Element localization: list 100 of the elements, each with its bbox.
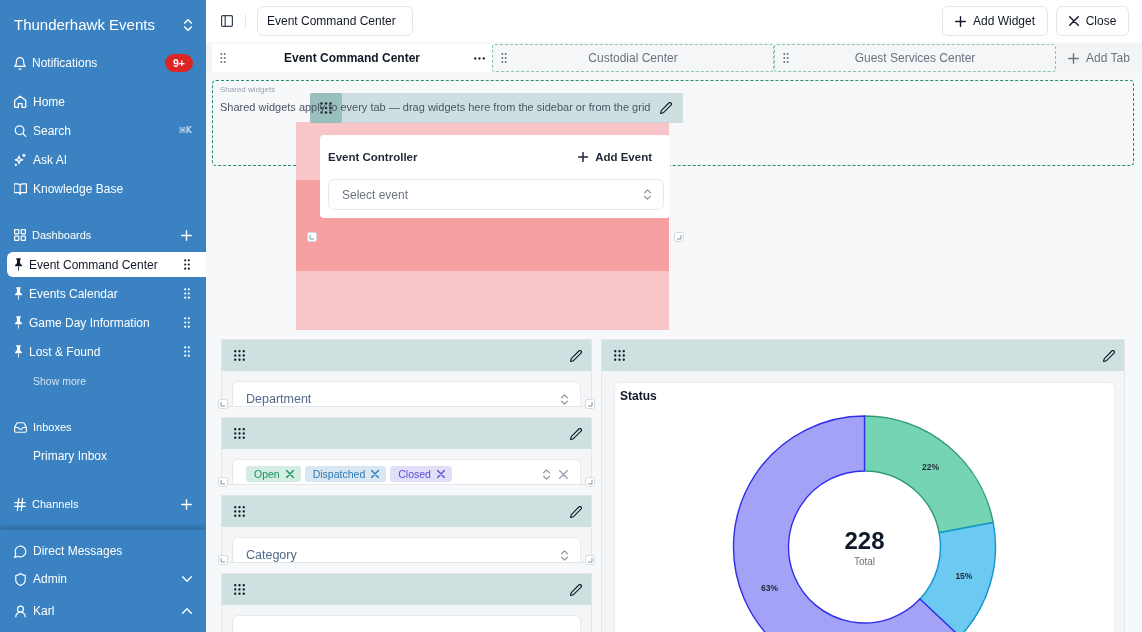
drag-handle-icon[interactable]: [234, 350, 245, 361]
nav-item[interactable]: Search ⌘K: [7, 116, 206, 145]
bell-icon: [14, 56, 26, 70]
tab[interactable]: Event Command Center: [212, 44, 492, 72]
pencil-icon[interactable]: [570, 427, 582, 440]
resize-handle-icon[interactable]: [585, 477, 595, 487]
drag-handle-icon[interactable]: [234, 506, 245, 517]
zone-label: Shared widgets: [220, 85, 276, 94]
nav-item[interactable]: Ask AI: [7, 145, 206, 174]
drag-handle-icon[interactable]: [184, 259, 190, 270]
inbox-icon: [14, 421, 27, 433]
chevron-down-icon[interactable]: [182, 576, 192, 582]
drag-handle-icon[interactable]: [184, 288, 190, 299]
total-label: Total: [853, 556, 876, 567]
drag-handle-icon[interactable]: [234, 428, 245, 439]
remove-icon[interactable]: [371, 470, 380, 478]
chevrons-icon: [543, 468, 550, 480]
resize-handle-icon[interactable]: [218, 555, 228, 565]
percent-label: 63%: [761, 583, 778, 594]
resize-handle-icon[interactable]: [218, 399, 228, 409]
clear-icon[interactable]: [559, 469, 568, 479]
remove-icon[interactable]: [285, 470, 294, 478]
drag-handle-icon[interactable]: [184, 317, 190, 328]
sparkle-icon: [14, 153, 27, 166]
nav-item[interactable]: Direct Messages: [7, 537, 206, 565]
chip-label: Closed: [398, 468, 431, 480]
section-label: Dashboards: [32, 229, 93, 241]
close-icon: [1068, 16, 1079, 26]
home-icon: [14, 95, 27, 108]
tab[interactable]: Custodial Center: [492, 44, 774, 72]
plus-icon: [954, 15, 966, 27]
filter-chip[interactable]: Closed: [390, 466, 452, 482]
chart-title: Status: [619, 388, 657, 403]
total-value: 228: [844, 527, 885, 554]
dashboard-item[interactable]: Lost & Found: [7, 339, 206, 364]
add-widget-button[interactable]: Add Widget: [942, 6, 1048, 36]
inbox-item[interactable]: Primary Inbox: [7, 443, 206, 468]
plus-icon[interactable]: [181, 498, 192, 510]
pin-icon: [14, 258, 23, 271]
book-icon: [14, 182, 27, 195]
tab[interactable]: Guest Services Center: [774, 44, 1056, 72]
pencil-icon[interactable]: [1103, 349, 1115, 362]
drag-handle-icon[interactable]: [184, 346, 190, 357]
chevrons-icon: [184, 18, 192, 31]
show-more-link[interactable]: Show more: [33, 368, 206, 393]
search-icon: [14, 124, 27, 137]
name-input[interactable]: Event Command Center: [257, 6, 413, 36]
resize-handle-icon[interactable]: [585, 555, 595, 565]
more-icon[interactable]: [473, 56, 485, 60]
chevron-up-icon[interactable]: [182, 608, 192, 614]
filter-chip[interactable]: Open: [246, 466, 301, 482]
select-field[interactable]: Department: [232, 381, 581, 406]
select-field[interactable]: Select event: [328, 179, 664, 210]
section-label: Channels: [32, 498, 80, 510]
multi-select-field[interactable]: Open Dispatched Closed: [232, 459, 581, 484]
nav-item[interactable]: Karl: [7, 597, 206, 625]
resize-handle-icon[interactable]: [307, 232, 317, 242]
nav-item[interactable]: Home: [7, 87, 206, 116]
chip-label: Dispatched: [312, 468, 366, 480]
drag-handle-icon[interactable]: [501, 53, 507, 63]
dashboard-item[interactable]: Events Calendar: [7, 281, 206, 306]
workspace-switcher[interactable]: Thunderhawk Events: [0, 0, 206, 49]
nav-item[interactable]: Admin: [7, 565, 206, 593]
notification-badge: 9+: [165, 54, 193, 72]
resize-handle-icon[interactable]: [218, 477, 228, 487]
plus-icon[interactable]: [181, 229, 192, 241]
widget-title: Event Controller: [328, 151, 418, 163]
drag-handle-icon[interactable]: [614, 350, 625, 361]
chevrons-icon: [561, 393, 568, 405]
pencil-icon[interactable]: [570, 505, 582, 518]
hash-icon: [14, 497, 26, 511]
drag-handle-icon[interactable]: [783, 53, 789, 63]
pin-icon: [14, 316, 23, 329]
close-button[interactable]: Close: [1056, 6, 1129, 36]
pin-icon: [14, 345, 23, 358]
dashboard-item[interactable]: Game Day Information: [7, 310, 206, 335]
grid-icon: [14, 229, 26, 241]
pin-icon: [14, 287, 23, 300]
select-field[interactable]: Category: [232, 537, 581, 562]
drag-handle-icon[interactable]: [234, 584, 245, 595]
pencil-icon[interactable]: [660, 102, 672, 114]
panel-icon[interactable]: [221, 15, 233, 27]
percent-label: 22%: [922, 462, 939, 473]
nav-item[interactable]: Knowledge Base: [7, 174, 206, 203]
resize-handle-icon[interactable]: [674, 232, 684, 242]
add-tab-button[interactable]: Add Tab: [1056, 44, 1142, 72]
pencil-icon[interactable]: [570, 349, 582, 362]
pencil-icon[interactable]: [570, 583, 582, 596]
resize-handle-icon[interactable]: [585, 399, 595, 409]
shield-icon: [14, 572, 27, 586]
add-event-button[interactable]: Add Event: [572, 145, 664, 169]
filter-chip[interactable]: Dispatched: [304, 466, 387, 482]
drag-handle-icon[interactable]: [220, 53, 226, 63]
dashboard-item[interactable]: Event Command Center: [7, 252, 206, 277]
remove-icon[interactable]: [436, 470, 445, 478]
user-icon: [14, 604, 27, 618]
percent-label: 15%: [955, 570, 973, 581]
section-label: Inboxes: [33, 421, 73, 433]
nav-item[interactable]: Notifications 9+: [7, 49, 206, 77]
shortcut-hint: ⌘K: [178, 126, 192, 135]
